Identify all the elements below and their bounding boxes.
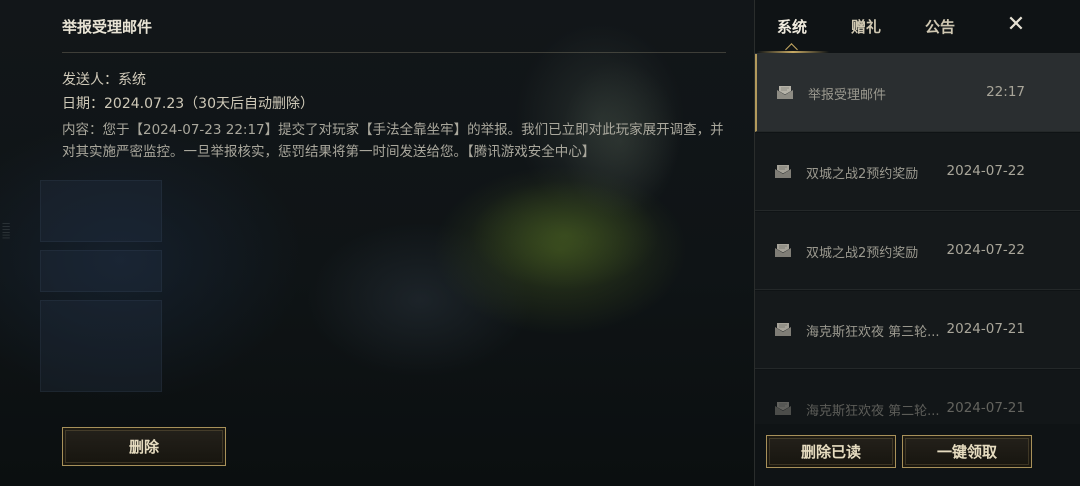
mail-subject: 举报受理邮件 xyxy=(808,88,887,103)
tab-gift[interactable]: 赠礼 xyxy=(851,16,881,37)
mail-subject: 双城之战2预约奖励 xyxy=(806,167,919,182)
mail-list-item[interactable]: 双城之战2预约奖励 2024-07-22 xyxy=(755,212,1080,290)
delete-button-label: 删除 xyxy=(128,438,159,456)
mail-icon xyxy=(775,165,791,178)
mail-title: 举报受理邮件 xyxy=(62,18,153,36)
mail-sidebar: 系统 赠礼 公告 ✕ 举报受理邮件 22:17 双城之战2预约奖励 2024-0… xyxy=(754,0,1080,486)
mail-icon xyxy=(775,323,791,336)
tab-system[interactable]: 系统 xyxy=(777,16,807,37)
mail-screen: |||||| 举报受理邮件 发送人：系统 日期：2024.07.23（30天后自… xyxy=(0,0,1080,486)
tab-announcement[interactable]: 公告 xyxy=(925,16,955,37)
mail-subject: 双城之战2预约奖励 xyxy=(806,246,919,261)
mail-list-item[interactable]: 举报受理邮件 22:17 xyxy=(755,54,1080,132)
mail-subject: 海克斯狂欢夜 第三轮... xyxy=(806,325,940,340)
mail-icon xyxy=(775,402,791,415)
mail-date: 2024-07-22 xyxy=(946,163,1025,179)
claim-all-button-label: 一键领取 xyxy=(936,443,997,461)
claim-all-button[interactable]: 一键领取 xyxy=(902,435,1032,468)
delete-button[interactable]: 删除 xyxy=(62,427,226,466)
delete-read-button[interactable]: 删除已读 xyxy=(766,435,896,468)
mail-sender: 发送人：系统 xyxy=(62,72,146,88)
mail-detail-panel: 举报受理邮件 发送人：系统 日期：2024.07.23（30天后自动删除） 内容… xyxy=(62,0,726,486)
mail-content: 内容：您于【2024-07-23 22:17】提交了对玩家【手法全靠坐牢】的举报… xyxy=(62,122,724,160)
mail-tabs: 系统 赠礼 公告 ✕ xyxy=(755,0,1080,56)
mail-subject: 海克斯狂欢夜 第二轮... xyxy=(806,404,940,419)
mail-list-item[interactable]: 海克斯狂欢夜 第二轮... 2024-07-21 xyxy=(755,370,1080,424)
mail-list-item[interactable]: 双城之战2预约奖励 2024-07-22 xyxy=(755,133,1080,211)
mail-date: 2024-07-21 xyxy=(946,321,1025,337)
mail-icon xyxy=(775,244,791,257)
mail-list[interactable]: 举报受理邮件 22:17 双城之战2预约奖励 2024-07-22 双城之战2预… xyxy=(755,54,1080,424)
mail-date: 2024-07-21 xyxy=(946,400,1025,416)
mail-list-item[interactable]: 海克斯狂欢夜 第三轮... 2024-07-21 xyxy=(755,291,1080,369)
delete-read-button-label: 删除已读 xyxy=(800,443,861,461)
close-icon[interactable]: ✕ xyxy=(1003,12,1029,38)
mail-icon xyxy=(777,86,793,99)
title-divider xyxy=(62,52,726,53)
side-edge-marker: |||||| xyxy=(2,222,10,240)
mail-date: 2024-07-22 xyxy=(946,242,1025,258)
mail-date: 22:17 xyxy=(986,84,1025,100)
mail-date: 日期：2024.07.23（30天后自动删除） xyxy=(62,96,314,112)
